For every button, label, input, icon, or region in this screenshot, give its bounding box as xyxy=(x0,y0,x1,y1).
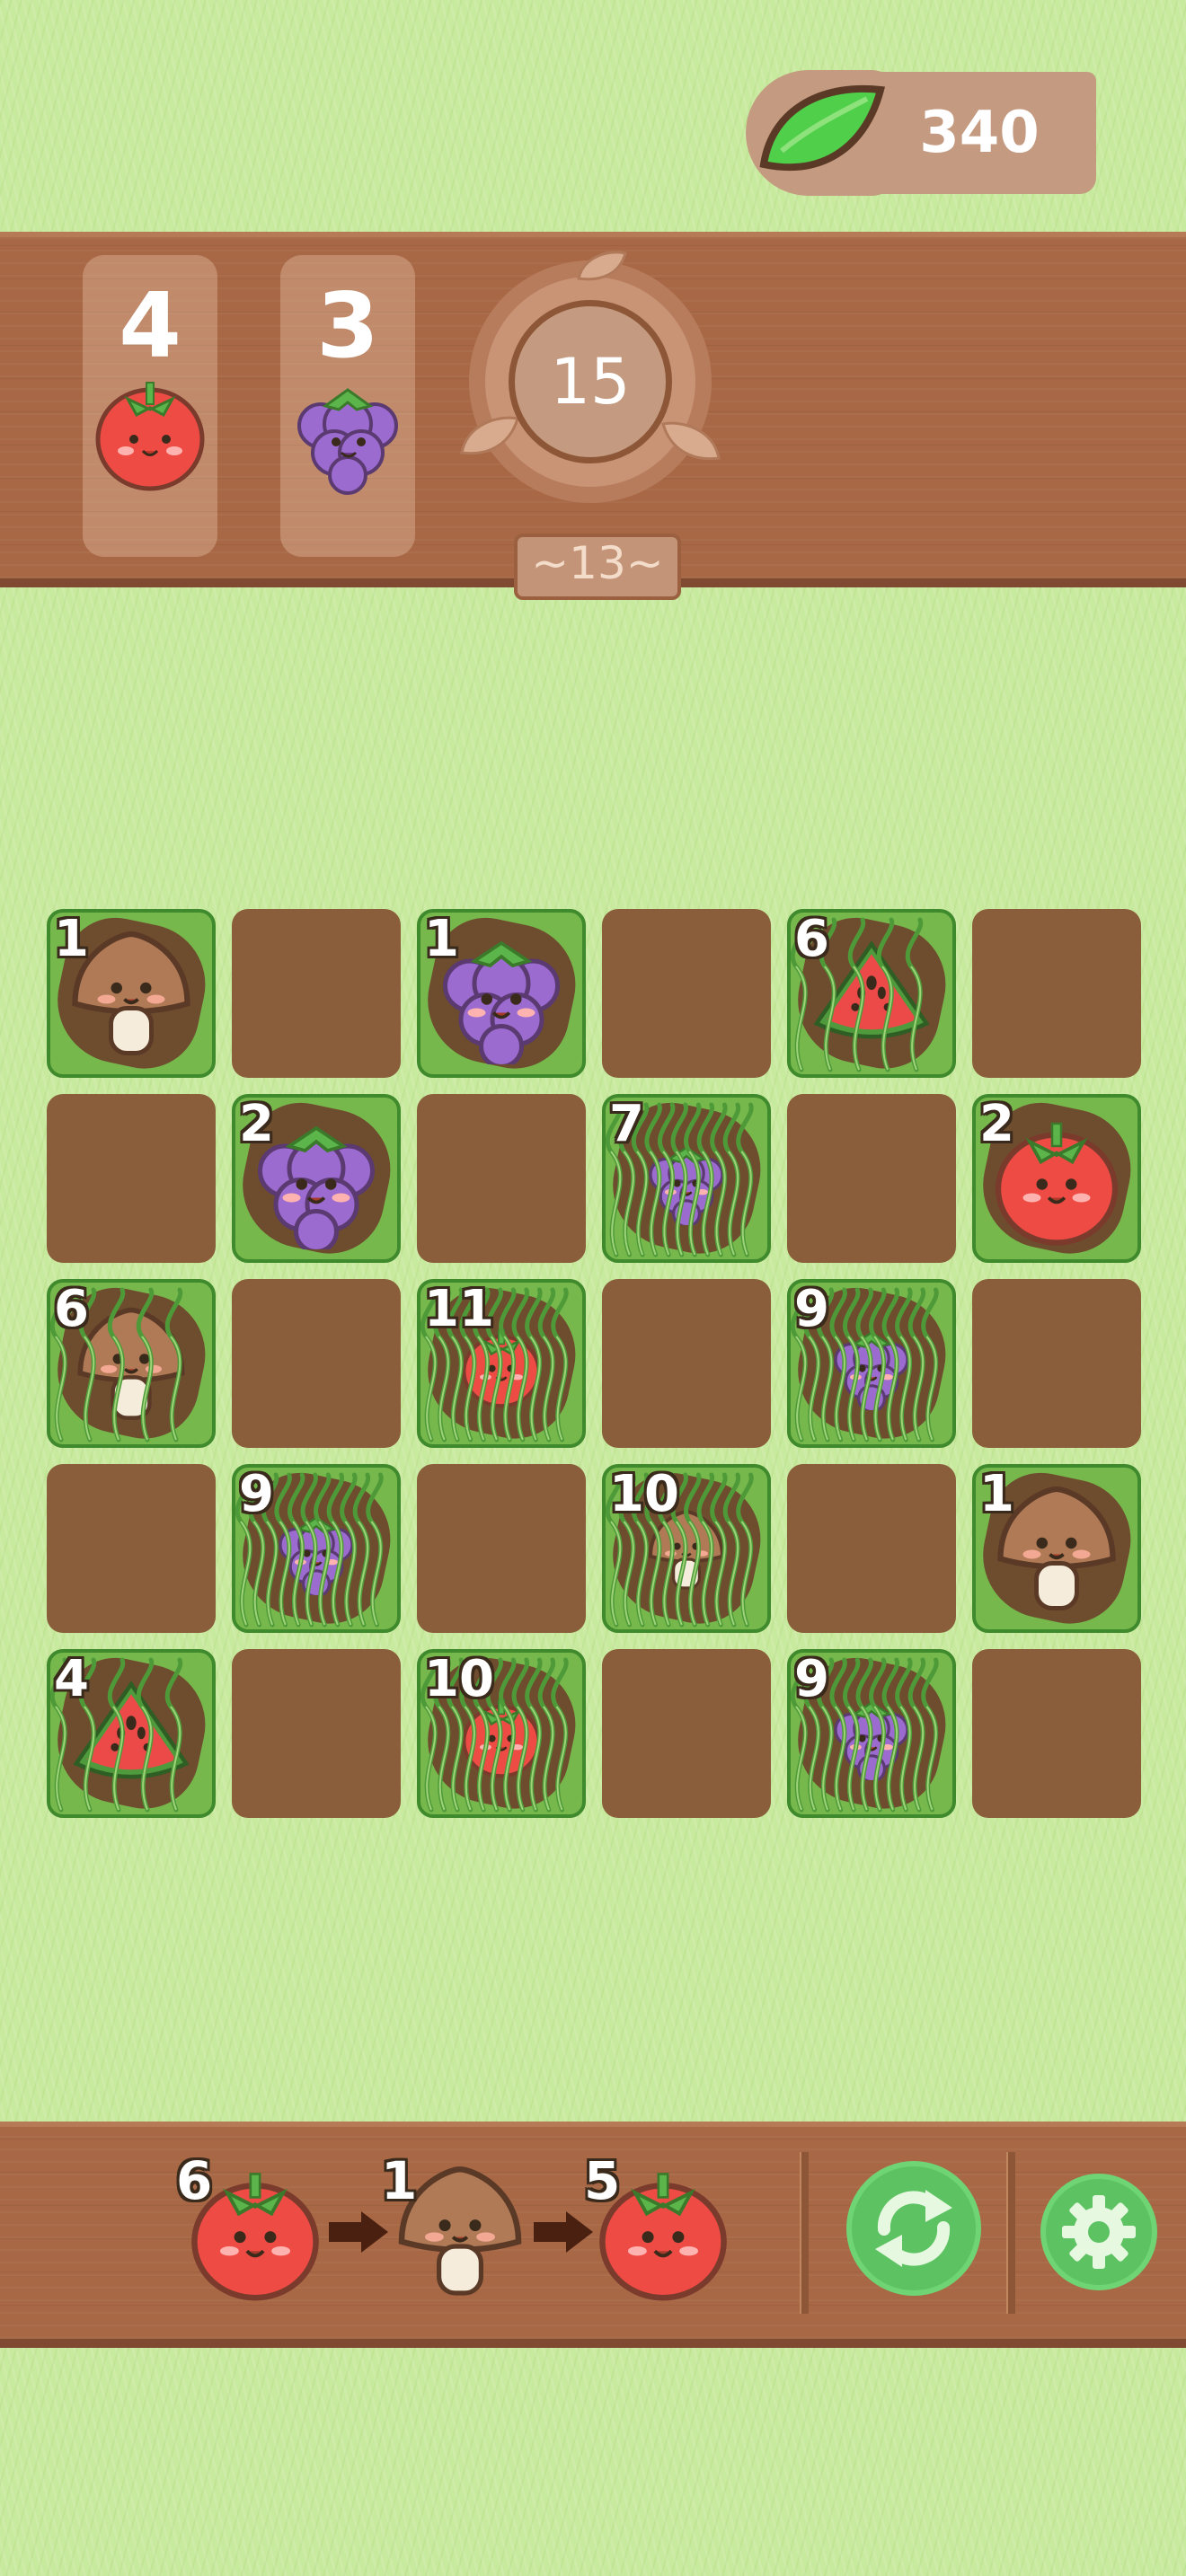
cell-number: 2 xyxy=(239,1095,274,1153)
empty-cell[interactable] xyxy=(417,1094,586,1263)
cell-number: 1 xyxy=(979,1465,1014,1523)
currency-display: 340 xyxy=(746,70,1105,196)
cell-mushroom[interactable]: 1 xyxy=(972,1464,1141,1633)
gear-icon xyxy=(1062,2195,1136,2269)
cell-grape[interactable]: 9 xyxy=(787,1279,956,1448)
tomato-icon xyxy=(95,382,205,491)
empty-cell[interactable] xyxy=(972,1649,1141,1818)
empty-cell[interactable] xyxy=(47,1464,216,1633)
refresh-icon xyxy=(875,2190,952,2267)
queue-item-mushroom: 1 xyxy=(381,2154,534,2307)
bottom-bar: 615 xyxy=(0,2122,1186,2348)
goal-count: 3 xyxy=(316,273,379,378)
empty-cell[interactable] xyxy=(787,1464,956,1633)
queue-number: 1 xyxy=(381,2150,418,2211)
cell-number: 9 xyxy=(239,1465,274,1523)
cell-mushroom[interactable]: 10 xyxy=(602,1464,771,1633)
cell-grape[interactable]: 2 xyxy=(232,1094,401,1263)
queue-item-tomato: 6 xyxy=(176,2154,329,2307)
divider xyxy=(1006,2152,1015,2314)
empty-cell[interactable] xyxy=(232,1649,401,1818)
goal-count: 4 xyxy=(119,273,181,378)
cell-number: 9 xyxy=(794,1280,829,1338)
empty-cell[interactable] xyxy=(602,909,771,1078)
leaf-icon xyxy=(759,84,886,172)
queue-number: 5 xyxy=(584,2150,621,2211)
grape-icon xyxy=(297,388,398,495)
ring-leaf-icon xyxy=(661,421,721,461)
queue-item-tomato: 5 xyxy=(584,2154,737,2307)
cell-number: 7 xyxy=(609,1095,644,1153)
ring-leaf-icon xyxy=(460,416,519,455)
settings-button[interactable] xyxy=(1040,2174,1157,2290)
ring-leaf-icon xyxy=(577,251,627,281)
empty-cell[interactable] xyxy=(602,1649,771,1818)
cell-number: 1 xyxy=(54,910,89,968)
moves-counter: 15 xyxy=(460,251,721,503)
empty-cell[interactable] xyxy=(972,909,1141,1078)
queue-number: 6 xyxy=(176,2150,213,2211)
shuffle-button[interactable] xyxy=(846,2161,981,2296)
cell-grape[interactable]: 9 xyxy=(787,1649,956,1818)
cell-number: 11 xyxy=(424,1280,494,1338)
empty-cell[interactable] xyxy=(232,1279,401,1448)
cell-number: 4 xyxy=(54,1650,89,1708)
empty-cell[interactable] xyxy=(417,1464,586,1633)
cell-number: 10 xyxy=(609,1465,679,1523)
cell-watermelon[interactable]: 6 xyxy=(787,909,956,1078)
goal-card-tomato: 4 xyxy=(83,255,217,557)
cell-number: 1 xyxy=(424,910,459,968)
empty-cell[interactable] xyxy=(972,1279,1141,1448)
cell-grape[interactable]: 1 xyxy=(417,909,586,1078)
empty-cell[interactable] xyxy=(47,1094,216,1263)
cell-grape[interactable]: 7 xyxy=(602,1094,771,1263)
moves-value: 15 xyxy=(509,300,672,463)
cell-number: 10 xyxy=(424,1650,494,1708)
goals-panel: 4 3 15 ~13~ xyxy=(0,232,1186,600)
empty-cell[interactable] xyxy=(787,1094,956,1263)
cell-mushroom[interactable]: 6 xyxy=(47,1279,216,1448)
empty-cell[interactable] xyxy=(232,909,401,1078)
empty-cell[interactable] xyxy=(602,1279,771,1448)
cell-grape[interactable]: 9 xyxy=(232,1464,401,1633)
cell-tomato[interactable]: 11 xyxy=(417,1279,586,1448)
cell-tomato[interactable]: 10 xyxy=(417,1649,586,1818)
cell-tomato[interactable]: 2 xyxy=(972,1094,1141,1263)
divider xyxy=(800,2152,809,2314)
cell-number: 6 xyxy=(794,910,829,968)
cell-number: 9 xyxy=(794,1650,829,1708)
cell-number: 2 xyxy=(979,1095,1014,1153)
cell-mushroom[interactable]: 1 xyxy=(47,909,216,1078)
cell-watermelon[interactable]: 4 xyxy=(47,1649,216,1818)
currency-value: 340 xyxy=(919,100,1040,166)
goal-card-grape: 3 xyxy=(280,255,415,557)
leaf-badge xyxy=(746,70,898,196)
cell-number: 6 xyxy=(54,1280,89,1338)
level-label: ~13~ xyxy=(514,534,681,600)
